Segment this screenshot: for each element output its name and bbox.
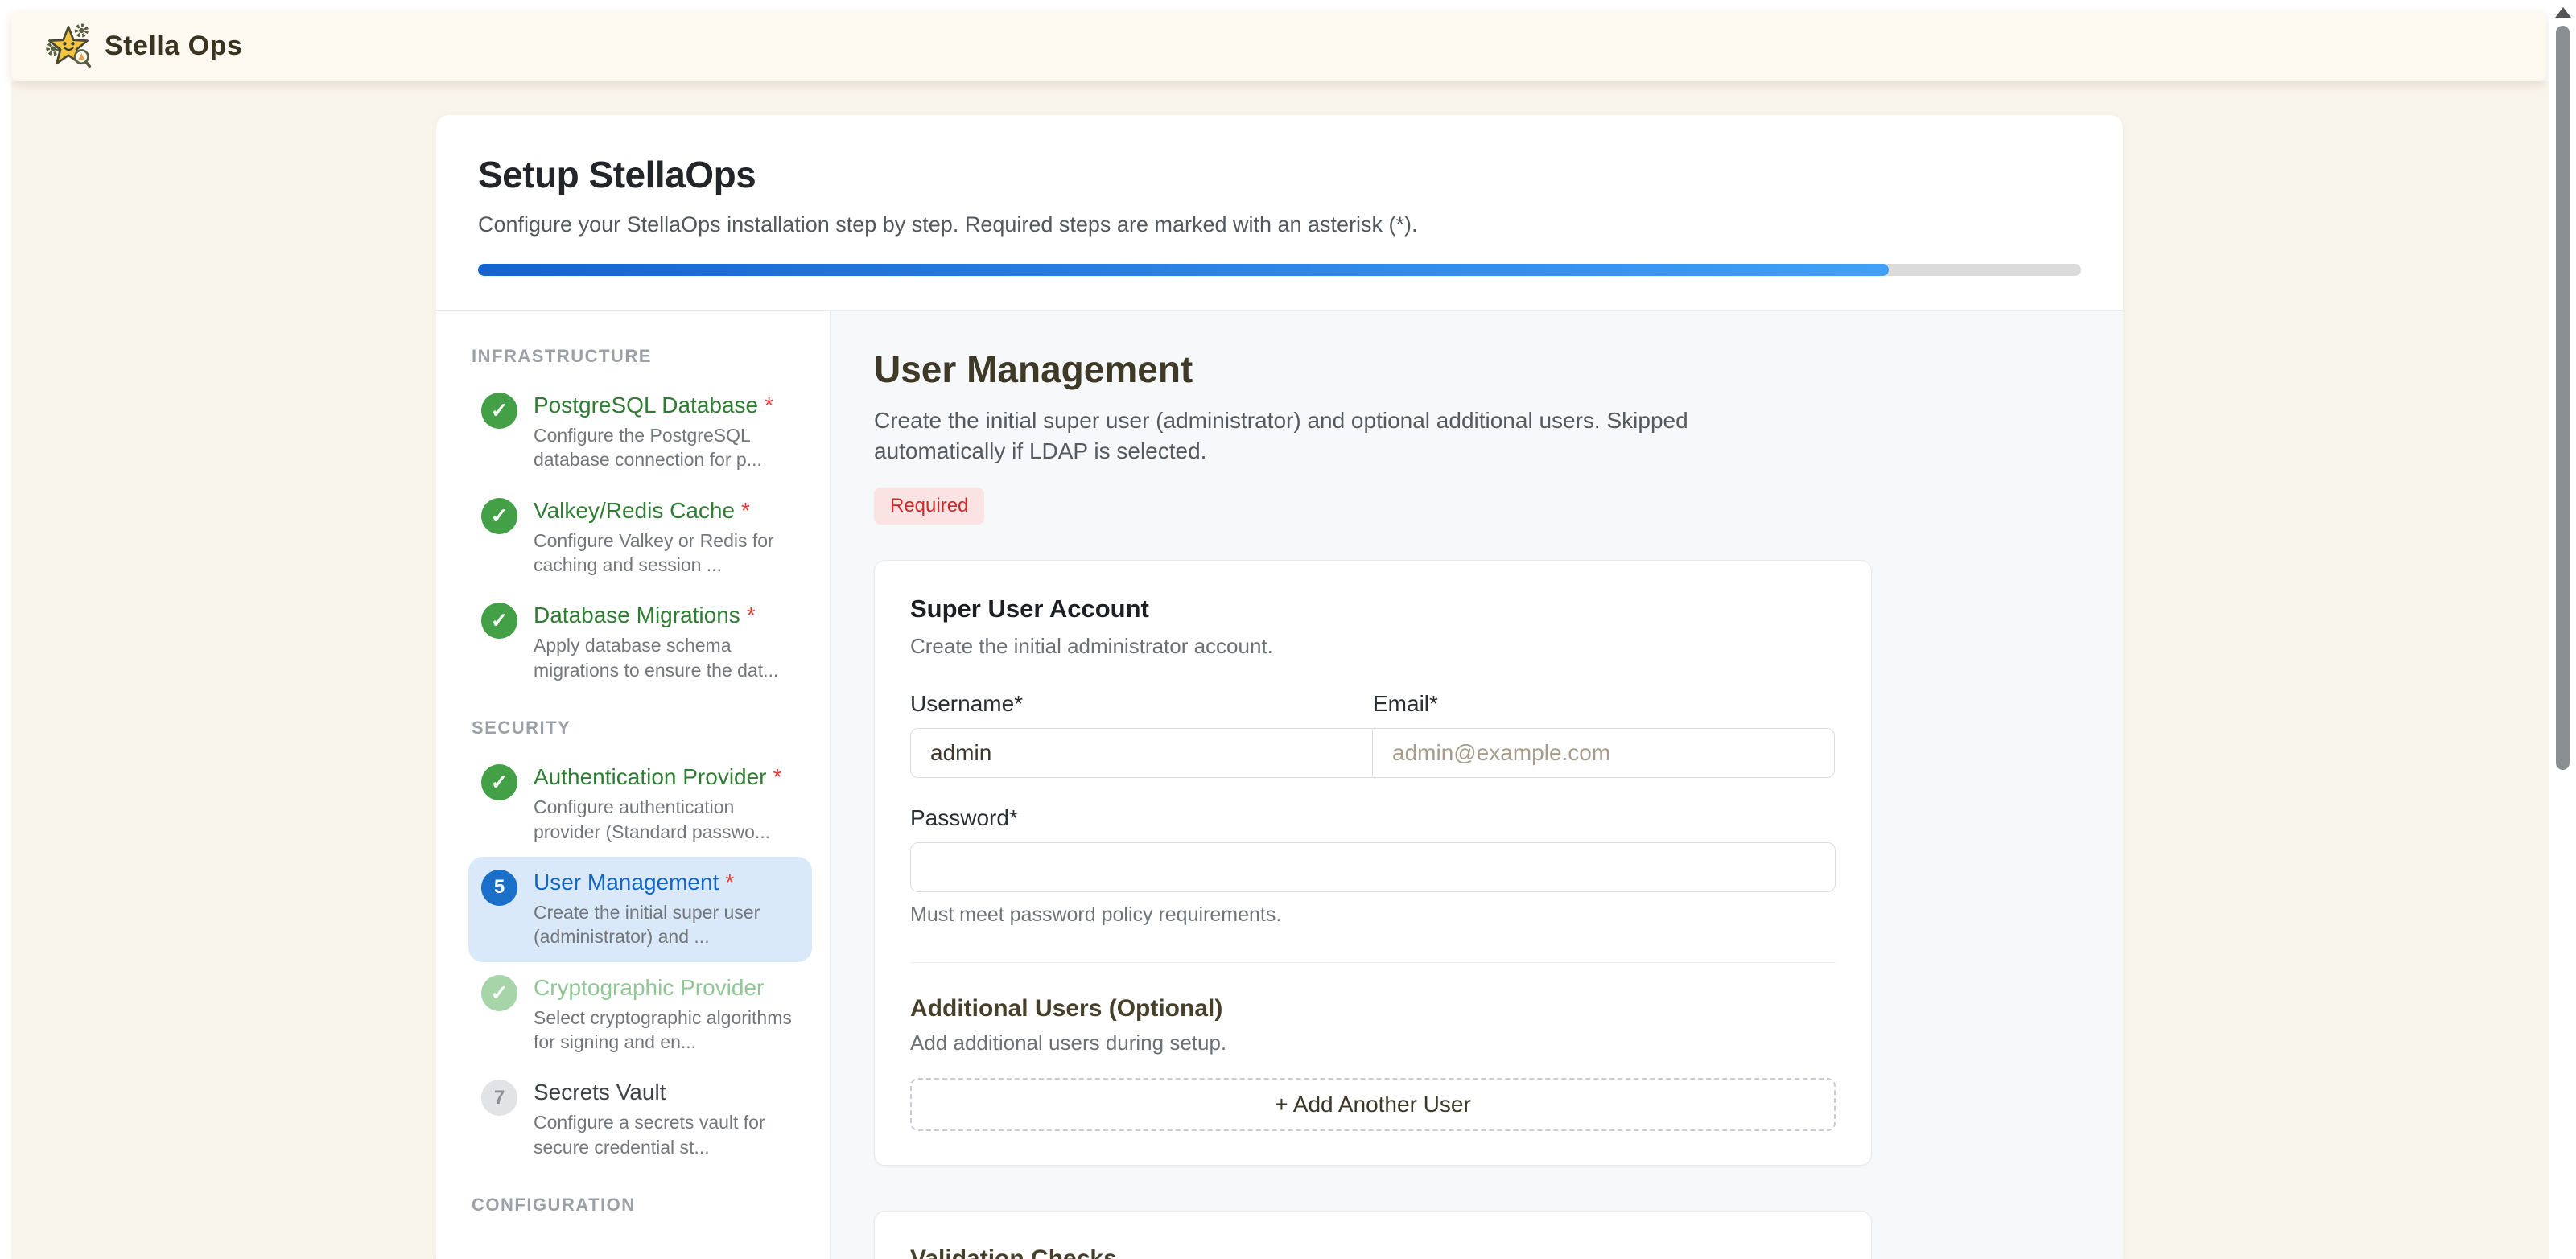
section-label: CONFIGURATION: [472, 1195, 812, 1216]
top-navbar: Stella Ops: [11, 10, 2546, 81]
sidebar-item-authentication-provider[interactable]: ✓ Authentication Provider* Configure aut…: [468, 751, 812, 857]
email-field[interactable]: [1372, 728, 1835, 778]
step-title: User Management: [534, 870, 719, 895]
setup-header: Setup StellaOps Configure your StellaOps…: [436, 115, 2123, 310]
setup-panel: Setup StellaOps Configure your StellaOps…: [436, 115, 2123, 1259]
check-icon: ✓: [481, 498, 517, 534]
stella-ops-logo-icon: [45, 23, 92, 69]
password-helper-text: Must meet password policy requirements.: [910, 903, 1836, 927]
sidebar-item-postgresql-database[interactable]: ✓ PostgreSQL Database * Configure the Pos…: [468, 380, 812, 485]
step-number-badge: 7: [481, 1080, 517, 1116]
validation-checks-card: Validation Checks connectivity Check pas…: [874, 1211, 1872, 1259]
check-icon: ✓: [481, 603, 517, 639]
sidebar-item-user-management[interactable]: 5 User Management* Create the initial su…: [468, 857, 812, 962]
setup-progress-bar: [478, 264, 2081, 276]
username-label: Username*: [910, 691, 1373, 717]
sidebar-item-secrets-vault[interactable]: 7 Secrets Vault Configure a secrets vaul…: [468, 1067, 812, 1172]
check-icon: ✓: [481, 764, 517, 800]
required-asterisk: *: [773, 764, 782, 789]
validation-card-title: Validation Checks: [910, 1245, 1836, 1259]
email-label: Email*: [1373, 691, 1836, 717]
step-heading: User Management: [874, 348, 2123, 391]
password-label: Password*: [910, 805, 1836, 831]
additional-users-title: Additional Users (Optional): [910, 995, 1836, 1022]
step-content-area: User Management Create the initial super…: [831, 311, 2123, 1259]
required-asterisk: *: [747, 603, 756, 627]
page-subtitle: Configure your StellaOps installation st…: [478, 212, 2081, 237]
page-background: Setup StellaOps Configure your StellaOps…: [11, 81, 2549, 1259]
section-infrastructure: INFRASTRUCTURE ✓ PostgreSQL Database * Co…: [468, 346, 812, 695]
card-subtitle: Create the initial administrator account…: [910, 634, 1836, 659]
card-title: Super User Account: [910, 595, 1836, 623]
required-asterisk: *: [741, 498, 750, 523]
step-title: Cryptographic Provider: [534, 975, 764, 1000]
scrollbar-track[interactable]: [2549, 0, 2576, 1259]
step-description: Create the initial super user (administr…: [534, 900, 799, 949]
card-section-divider: [910, 962, 1836, 963]
check-icon: ✓: [481, 975, 517, 1011]
add-another-user-button[interactable]: + Add Another User: [910, 1078, 1836, 1131]
sidebar-item-valkey-redis-cache[interactable]: ✓ Valkey/Redis Cache* Configure Valkey o…: [468, 485, 812, 590]
sidebar-item-database-migrations[interactable]: ✓ Database Migrations * Apply database sc…: [468, 590, 812, 695]
step-description-text: Create the initial super user (administr…: [874, 405, 1775, 467]
step-description: Configure Valkey or Redis for caching an…: [534, 529, 799, 578]
step-title: PostgreSQL Database: [534, 393, 758, 418]
required-asterisk: *: [765, 393, 773, 418]
step-description: Configure authentication provider (Stand…: [534, 795, 799, 844]
step-description: Select cryptographic algorithms for sign…: [534, 1006, 799, 1055]
step-title: Authentication Provider: [534, 764, 767, 789]
step-description: Configure a secrets vault for secure cre…: [534, 1110, 799, 1159]
username-field[interactable]: [910, 728, 1373, 778]
step-title: Valkey/Redis Cache: [534, 498, 735, 523]
sidebar-item-cryptographic-provider[interactable]: ✓ Cryptographic Provider Select cryptogr…: [468, 962, 812, 1068]
section-security: SECURITY ✓ Authentication Provider* Conf…: [468, 718, 812, 1172]
check-icon: ✓: [481, 393, 517, 429]
step-description: Configure the PostgreSQL database connec…: [534, 423, 799, 472]
step-title: Secrets Vault: [534, 1080, 666, 1105]
step-title: Database Migrations: [534, 603, 740, 627]
required-asterisk: *: [725, 870, 734, 895]
brand-title: Stella Ops: [105, 31, 242, 62]
setup-progress-fill: [478, 264, 1889, 276]
steps-sidebar: INFRASTRUCTURE ✓ PostgreSQL Database * Co…: [436, 311, 831, 1259]
additional-users-subtitle: Add additional users during setup.: [910, 1031, 1836, 1055]
page-title: Setup StellaOps: [478, 153, 2081, 196]
required-badge: Required: [874, 488, 984, 525]
password-field[interactable]: [910, 842, 1836, 892]
scrollbar-up-arrow-icon[interactable]: [2555, 7, 2571, 18]
section-label: SECURITY: [472, 718, 812, 739]
super-user-card: Super User Account Create the initial ad…: [874, 560, 1872, 1166]
section-configuration: CONFIGURATION: [468, 1195, 812, 1216]
step-description: Apply database schema migrations to ensu…: [534, 633, 799, 682]
scrollbar-thumb[interactable]: [2556, 26, 2570, 770]
section-label: INFRASTRUCTURE: [472, 346, 812, 367]
step-number-badge: 5: [481, 870, 517, 906]
